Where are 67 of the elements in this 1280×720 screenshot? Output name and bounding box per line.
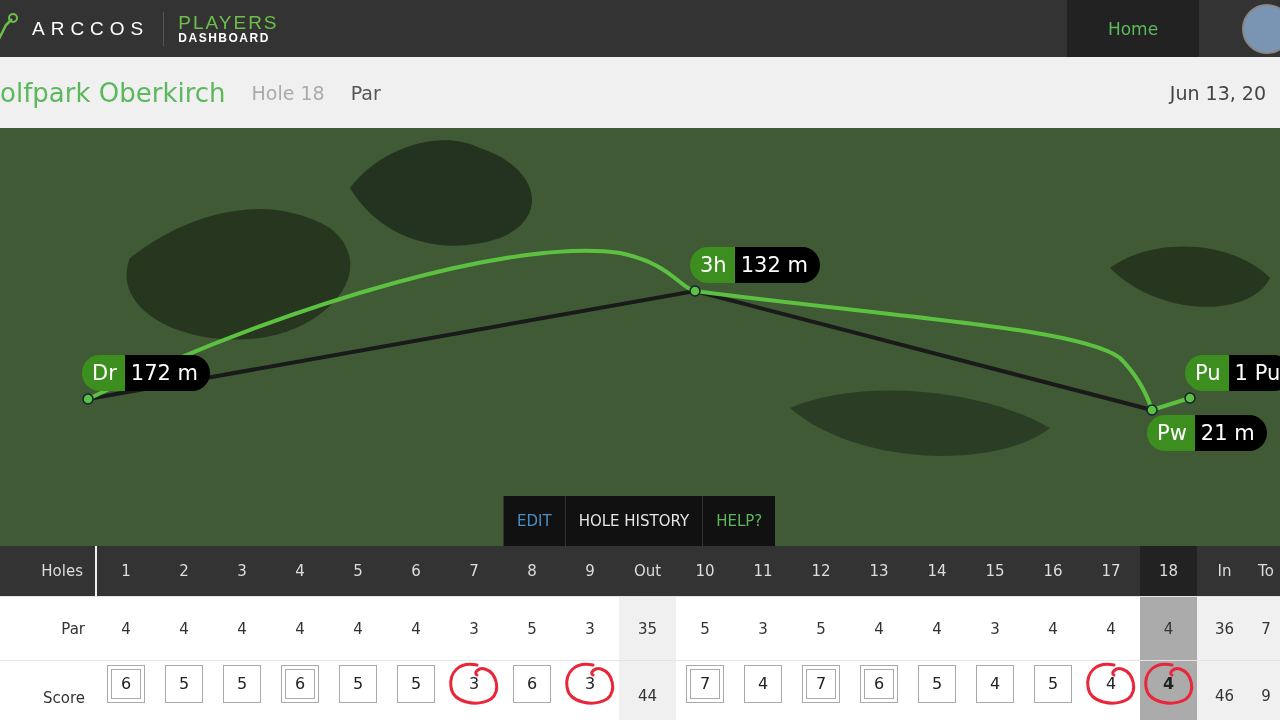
- club-label: Pw: [1147, 415, 1195, 451]
- score-value: 5: [165, 664, 203, 703]
- hole-header: 3: [213, 546, 271, 596]
- hole-header: 6: [387, 546, 445, 596]
- hole-header: To: [1252, 546, 1280, 596]
- hole-header: 7: [445, 546, 503, 596]
- map-action-button[interactable]: EDIT: [503, 496, 565, 546]
- hole-header: 9: [561, 546, 619, 596]
- score-value: 5: [1034, 664, 1072, 703]
- hole-header: 4: [271, 546, 329, 596]
- score-total: 9: [1261, 686, 1271, 705]
- score-value: 7: [802, 664, 840, 703]
- hole-header: 14: [908, 546, 966, 596]
- hole-header: 11: [734, 546, 792, 596]
- par-value: 7: [1252, 596, 1280, 660]
- score-value: 4: [976, 664, 1014, 703]
- score-value: 4: [744, 664, 782, 703]
- score-total: 44: [637, 686, 658, 705]
- hole-header: 2: [155, 546, 213, 596]
- hole-header: 10: [676, 546, 734, 596]
- hole-header: In: [1197, 546, 1252, 596]
- score-value: 6: [860, 664, 898, 703]
- score-total: 46: [1214, 686, 1235, 705]
- map-action-button[interactable]: HOLE HISTORY: [564, 496, 703, 546]
- nav-tab[interactable]: Home: [1067, 0, 1199, 57]
- product-name: PLAYERS: [178, 13, 279, 32]
- score-value: 4: [1092, 664, 1130, 703]
- hole-header: 15: [966, 546, 1024, 596]
- club-label: Dr: [82, 355, 125, 391]
- hole-header: 18: [1140, 546, 1197, 596]
- club-label: 3h: [690, 247, 735, 283]
- shot-distance: 172 m: [124, 355, 211, 391]
- hole-header: 5: [329, 546, 387, 596]
- hole-header: 8: [503, 546, 561, 596]
- hole-header: 17: [1082, 546, 1140, 596]
- score-value: 3: [455, 664, 493, 703]
- score-value: 6: [513, 664, 551, 703]
- score-value: 6: [107, 664, 145, 703]
- user-avatar[interactable]: [1242, 3, 1280, 54]
- score-value: 3: [571, 664, 609, 703]
- club-label: Pu: [1185, 355, 1229, 391]
- par-value: 35: [619, 596, 676, 660]
- round-date: Jun 13, 20: [1169, 81, 1266, 104]
- score-value: 5: [918, 664, 956, 703]
- score-value: 5: [397, 664, 435, 703]
- course-name: olfpark Oberkirch: [0, 77, 226, 108]
- row-label: Holes: [0, 546, 97, 596]
- par-value: 36: [1197, 596, 1252, 660]
- shot-distance: 132 m: [734, 247, 820, 283]
- hole-header: Out: [619, 546, 676, 596]
- par-label: Par: [350, 81, 381, 104]
- hole-header: 13: [850, 546, 908, 596]
- brand-name: ARCCOS: [32, 17, 150, 40]
- hole-header: 16: [1024, 546, 1082, 596]
- score-value: 4: [1149, 664, 1188, 703]
- hole-number: Hole 18: [251, 81, 325, 104]
- par-value: 4: [1140, 596, 1197, 660]
- product-subtitle: DASHBOARD: [178, 32, 271, 44]
- score-value: 5: [223, 664, 261, 703]
- hole-header: 12: [792, 546, 850, 596]
- score-value: 7: [686, 664, 724, 703]
- shot-distance: 21 m: [1194, 415, 1267, 451]
- hole-header: 1: [97, 546, 155, 596]
- shot-distance: 1 Pu: [1228, 355, 1280, 391]
- score-value: 6: [281, 664, 319, 703]
- score-value: 5: [339, 664, 377, 703]
- map-action-button[interactable]: HELP?: [702, 496, 776, 546]
